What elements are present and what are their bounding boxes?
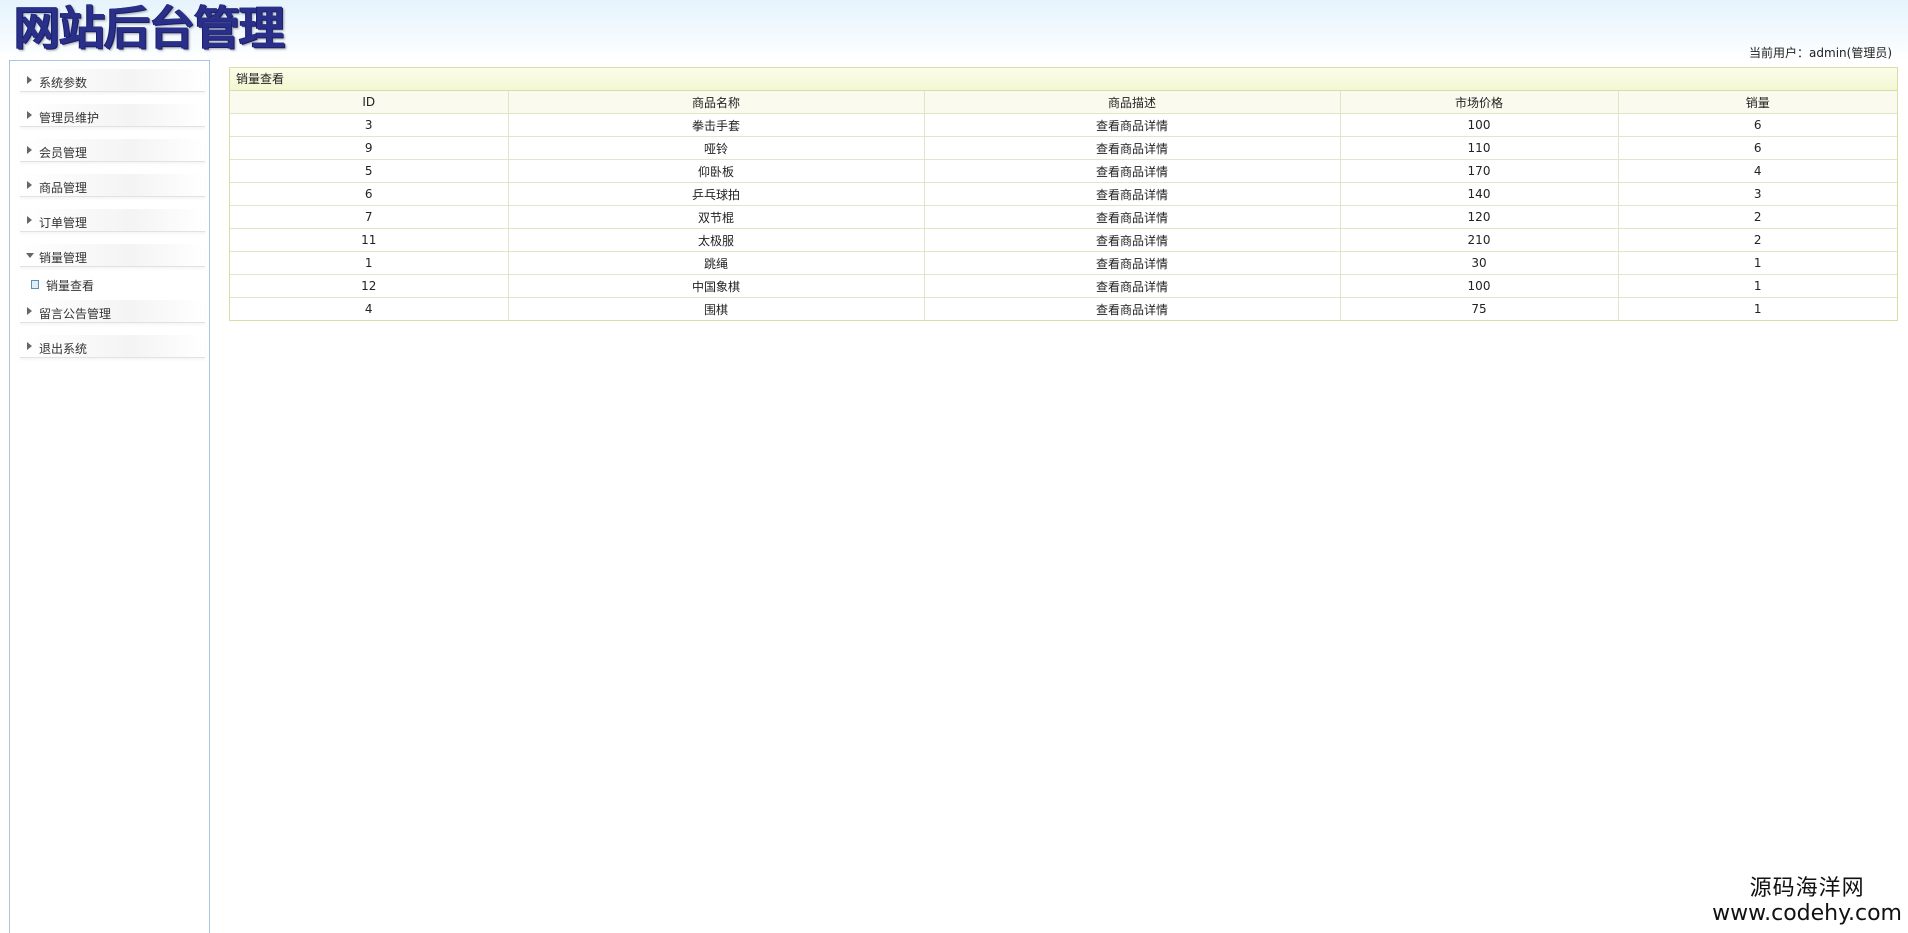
cell-name: 双节棍 <box>508 206 924 229</box>
caret-down-icon <box>26 253 34 258</box>
sidebar-item-product-management[interactable]: 商品管理 <box>10 166 209 201</box>
sidebar-item-label: 系统参数 <box>39 74 87 91</box>
cell-description-link[interactable]: 查看商品详情 <box>924 114 1340 137</box>
sidebar-item-label: 会员管理 <box>39 144 87 161</box>
table-row: 11 太极服 查看商品详情 210 2 <box>230 229 1897 252</box>
table-row: 12 中国象棋 查看商品详情 100 1 <box>230 275 1897 298</box>
cell-sales: 2 <box>1618 206 1897 229</box>
watermark: 源码海洋网 www.codehy.com <box>1712 876 1902 926</box>
watermark-site-name: 源码海洋网 <box>1712 876 1902 902</box>
cell-name: 跳绳 <box>508 252 924 275</box>
table-row: 5 仰卧板 查看商品详情 170 4 <box>230 160 1897 183</box>
sidebar-item-label: 订单管理 <box>39 214 87 231</box>
sidebar-item-label: 商品管理 <box>39 179 87 196</box>
table-row: 1 跳绳 查看商品详情 30 1 <box>230 252 1897 275</box>
cell-description-link[interactable]: 查看商品详情 <box>924 137 1340 160</box>
cell-name: 中国象棋 <box>508 275 924 298</box>
cell-description-link[interactable]: 查看商品详情 <box>924 298 1340 321</box>
cell-price: 100 <box>1340 275 1618 298</box>
table-row: 7 双节棍 查看商品详情 120 2 <box>230 206 1897 229</box>
cell-sales: 1 <box>1618 275 1897 298</box>
caret-right-icon <box>27 342 32 350</box>
cell-price: 100 <box>1340 114 1618 137</box>
cell-name: 哑铃 <box>508 137 924 160</box>
cell-price: 170 <box>1340 160 1618 183</box>
panel-title: 销量查看 <box>230 68 1897 91</box>
cell-sales: 6 <box>1618 114 1897 137</box>
cell-id: 5 <box>230 160 508 183</box>
cell-sales: 4 <box>1618 160 1897 183</box>
cell-description-link[interactable]: 查看商品详情 <box>924 183 1340 206</box>
column-header-price: 市场价格 <box>1340 91 1618 114</box>
sidebar-item-admin-maintenance[interactable]: 管理员维护 <box>10 96 209 131</box>
cell-description-link[interactable]: 查看商品详情 <box>924 206 1340 229</box>
cell-id: 4 <box>230 298 508 321</box>
cell-name: 仰卧板 <box>508 160 924 183</box>
table-row: 3 拳击手套 查看商品详情 100 6 <box>230 114 1897 137</box>
caret-right-icon <box>27 216 32 224</box>
sales-table: ID 商品名称 商品描述 市场价格 销量 3 拳击手套 查看商品详情 100 6… <box>230 91 1897 320</box>
cell-price: 120 <box>1340 206 1618 229</box>
cell-id: 11 <box>230 229 508 252</box>
cell-sales: 1 <box>1618 298 1897 321</box>
cell-price: 110 <box>1340 137 1618 160</box>
caret-right-icon <box>27 307 32 315</box>
watermark-url: www.codehy.com <box>1712 902 1902 926</box>
column-header-name: 商品名称 <box>508 91 924 114</box>
cell-id: 6 <box>230 183 508 206</box>
cell-price: 210 <box>1340 229 1618 252</box>
sidebar-item-label: 留言公告管理 <box>39 305 111 322</box>
sidebar-item-message-notice[interactable]: 留言公告管理 <box>10 292 209 327</box>
caret-right-icon <box>27 146 32 154</box>
column-header-id: ID <box>230 91 508 114</box>
sidebar-item-label: 退出系统 <box>39 340 87 357</box>
sidebar-item-system-params[interactable]: 系统参数 <box>10 61 209 96</box>
caret-right-icon <box>27 111 32 119</box>
cell-sales: 2 <box>1618 229 1897 252</box>
document-icon <box>31 280 39 289</box>
column-header-description: 商品描述 <box>924 91 1340 114</box>
header: 网站后台管理 当前用户：admin(管理员) <box>0 0 1908 60</box>
cell-name: 围棋 <box>508 298 924 321</box>
cell-id: 9 <box>230 137 508 160</box>
cell-description-link[interactable]: 查看商品详情 <box>924 275 1340 298</box>
column-header-sales: 销量 <box>1618 91 1897 114</box>
sidebar-menu: 系统参数 管理员维护 会员管理 商品管理 订单管理 销量管理 销量查看 留言公告… <box>9 60 210 933</box>
cell-price: 75 <box>1340 298 1618 321</box>
cell-name: 拳击手套 <box>508 114 924 137</box>
sidebar-item-logout[interactable]: 退出系统 <box>10 327 209 362</box>
cell-sales: 3 <box>1618 183 1897 206</box>
table-row: 6 乒乓球拍 查看商品详情 140 3 <box>230 183 1897 206</box>
sidebar-item-label: 管理员维护 <box>39 109 99 126</box>
cell-id: 3 <box>230 114 508 137</box>
cell-id: 7 <box>230 206 508 229</box>
sidebar-item-order-management[interactable]: 订单管理 <box>10 201 209 236</box>
cell-price: 30 <box>1340 252 1618 275</box>
sidebar-item-member-management[interactable]: 会员管理 <box>10 131 209 166</box>
caret-right-icon <box>27 181 32 189</box>
table-row: 4 围棋 查看商品详情 75 1 <box>230 298 1897 321</box>
current-user-label: 当前用户：admin(管理员) <box>1749 44 1892 61</box>
cell-id: 12 <box>230 275 508 298</box>
cell-sales: 1 <box>1618 252 1897 275</box>
table-header-row: ID 商品名称 商品描述 市场价格 销量 <box>230 91 1897 114</box>
cell-id: 1 <box>230 252 508 275</box>
cell-name: 太极服 <box>508 229 924 252</box>
cell-description-link[interactable]: 查看商品详情 <box>924 229 1340 252</box>
cell-price: 140 <box>1340 183 1618 206</box>
sidebar-item-sales-management[interactable]: 销量管理 <box>10 236 209 271</box>
cell-sales: 6 <box>1618 137 1897 160</box>
caret-right-icon <box>27 76 32 84</box>
cell-description-link[interactable]: 查看商品详情 <box>924 252 1340 275</box>
table-row: 9 哑铃 查看商品详情 110 6 <box>230 137 1897 160</box>
site-logo: 网站后台管理 <box>14 0 284 56</box>
sales-panel: 销量查看 ID 商品名称 商品描述 市场价格 销量 3 拳击手套 查看商品详情 … <box>229 67 1898 321</box>
cell-name: 乒乓球拍 <box>508 183 924 206</box>
sidebar-item-label: 销量管理 <box>39 249 87 266</box>
cell-description-link[interactable]: 查看商品详情 <box>924 160 1340 183</box>
